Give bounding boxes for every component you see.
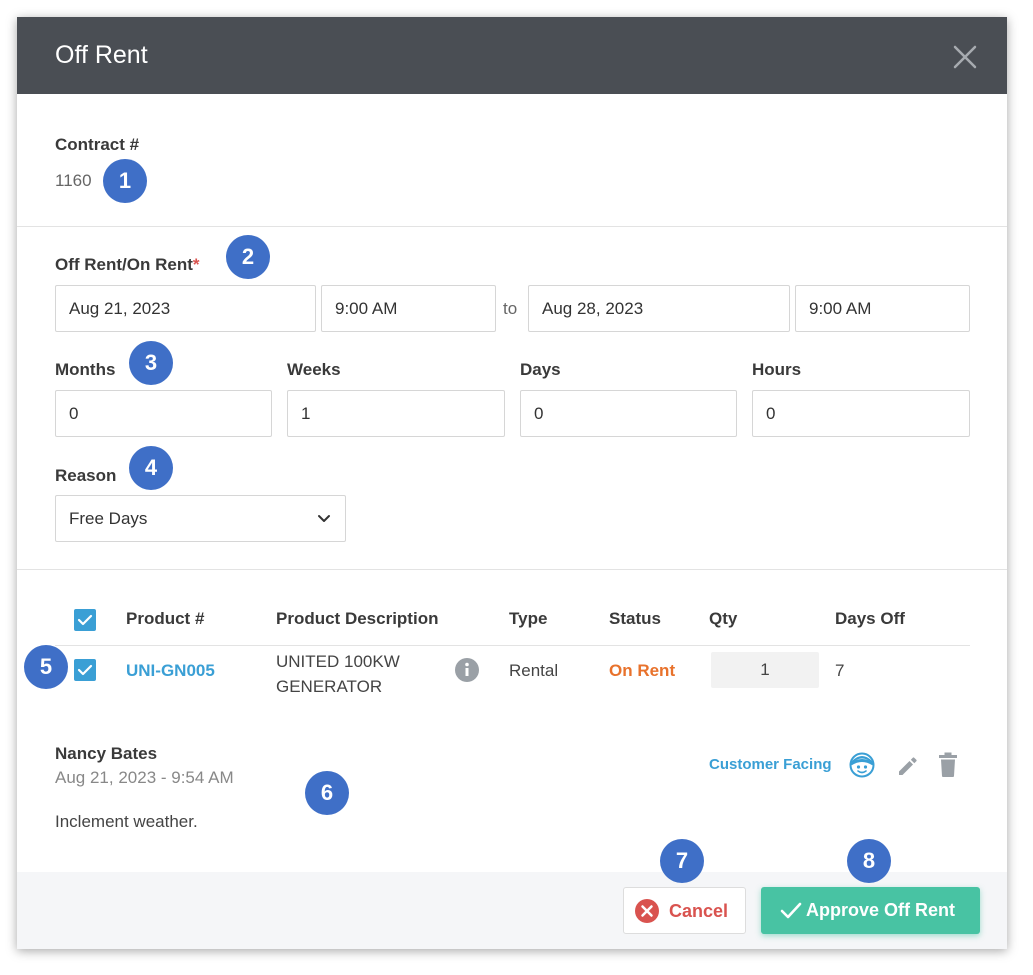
contract-label: Contract # (55, 135, 140, 154)
type-cell: Rental (509, 661, 559, 680)
start-date-input[interactable]: Aug 21, 2023 (55, 285, 316, 332)
off-rent-label-text: Off Rent/On Rent (55, 255, 193, 274)
cancel-button-label: Cancel (669, 901, 729, 921)
note-author: Nancy Bates (55, 744, 158, 763)
callout-badge: 5 (24, 645, 68, 689)
note-date: Aug 21, 2023 - 9:54 AM (55, 768, 234, 787)
required-mark: * (192, 255, 200, 274)
contract-number: 1160 (55, 171, 92, 190)
callout-badge: 7 (660, 839, 704, 883)
modal-header: Off Rent (17, 17, 1007, 94)
checkbox-icon (77, 614, 93, 626)
hours-label: Hours (752, 360, 802, 379)
days-off-cell: 7 (835, 661, 845, 680)
select-all-checkbox[interactable] (74, 609, 96, 631)
approve-off-rent-button[interactable]: Approve Off Rent (761, 887, 980, 934)
note-body: Inclement weather. (55, 812, 198, 831)
customer-facing-link[interactable]: Customer Facing (709, 756, 832, 773)
product-link[interactable]: UNI-GN005 (126, 661, 215, 681)
header-description: Product Description (276, 609, 439, 628)
modal-title: Off Rent (55, 41, 148, 69)
reason-select-value: Free Days (69, 509, 148, 528)
callout-badge: 3 (129, 341, 173, 385)
cancel-button[interactable]: Cancel (623, 887, 746, 934)
end-date-input[interactable]: Aug 28, 2023 (528, 285, 790, 332)
header-qty: Qty (709, 609, 738, 628)
checkbox-icon (77, 664, 93, 676)
product-description: UNITED 100KW GENERATOR (276, 649, 400, 699)
qty-input[interactable]: 1 (711, 652, 819, 688)
header-type: Type (509, 609, 548, 628)
callout-badge: 6 (305, 771, 349, 815)
customer-face-icon[interactable] (849, 752, 875, 778)
cancel-x-icon (635, 899, 659, 923)
to-label: to (503, 299, 518, 318)
checkmark-icon (780, 902, 802, 919)
days-label: Days (520, 360, 561, 379)
status-badge: On Rent (609, 661, 676, 680)
days-input[interactable]: 0 (520, 390, 737, 437)
row-checkbox[interactable] (74, 659, 96, 681)
callout-badge: 8 (847, 839, 891, 883)
divider (17, 226, 1007, 227)
end-time-input[interactable]: 9:00 AM (795, 285, 970, 332)
trash-icon[interactable] (937, 752, 959, 778)
chevron-down-icon (318, 515, 330, 522)
callout-badge: 4 (129, 446, 173, 490)
header-product: Product # (126, 609, 205, 628)
weeks-label: Weeks (287, 360, 341, 379)
hours-input[interactable]: 0 (752, 390, 970, 437)
divider (17, 569, 1007, 570)
pencil-icon[interactable] (896, 754, 920, 778)
table-header-divider (55, 645, 970, 646)
header-days-off: Days Off (835, 609, 905, 628)
modal-footer: Cancel Approve Off Rent (17, 872, 1007, 949)
approve-button-label: Approve Off Rent (806, 900, 956, 920)
reason-label: Reason (55, 466, 117, 485)
start-time-input[interactable]: 9:00 AM (321, 285, 496, 332)
months-input[interactable]: 0 (55, 390, 272, 437)
info-icon[interactable] (455, 658, 479, 682)
header-status: Status (609, 609, 661, 628)
description-line: GENERATOR (276, 677, 383, 696)
close-icon[interactable] (951, 43, 979, 71)
callout-badge: 2 (226, 235, 270, 279)
weeks-input[interactable]: 1 (287, 390, 505, 437)
callout-badge: 1 (103, 159, 147, 203)
description-line: UNITED 100KW (276, 652, 400, 671)
off-rent-label: Off Rent/On Rent* (55, 255, 200, 275)
reason-select[interactable]: Free Days (55, 495, 346, 542)
months-label: Months (55, 360, 116, 379)
